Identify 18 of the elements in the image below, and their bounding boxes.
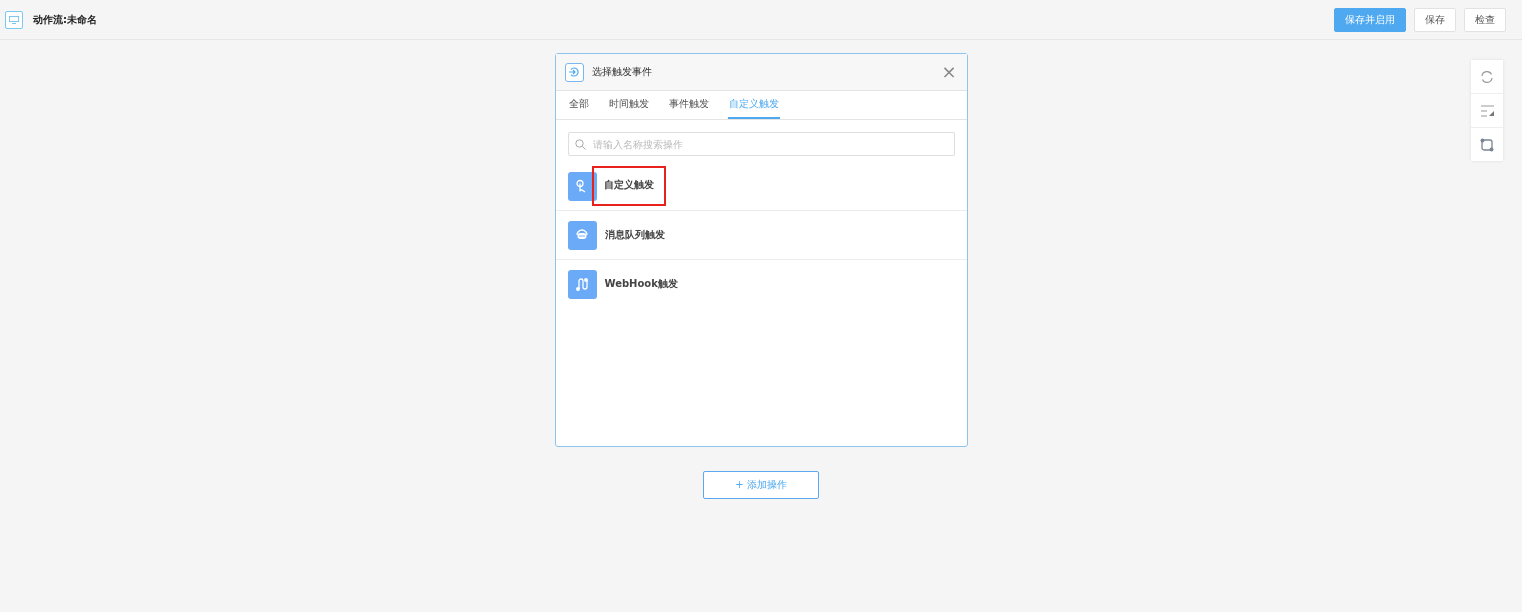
header-button[interactable]: 保存 — [1414, 7, 1456, 32]
path-icon — [567, 269, 597, 299]
trigger-item[interactable]: WebHook触发 — [604, 269, 678, 299]
enter-icon — [564, 62, 584, 82]
trigger-item[interactable]: 自定义触发 — [593, 168, 664, 204]
layout-icon[interactable] — [1479, 104, 1495, 117]
refresh-icon[interactable] — [1480, 69, 1494, 84]
monitor-icon — [5, 10, 23, 29]
fit-view-icon[interactable] — [1480, 137, 1494, 152]
tab[interactable]: 事件触发 — [667, 91, 710, 119]
dialog-title: 选择触发事件 — [591, 65, 653, 79]
header-button[interactable]: 检查 — [1464, 7, 1506, 32]
trigger-item[interactable]: 消息队列触发 — [604, 220, 665, 250]
tab[interactable]: 时间触发 — [607, 91, 650, 119]
pin-icon — [567, 171, 597, 201]
tab[interactable]: 全部 — [567, 91, 590, 119]
search-field[interactable]: 请输入名称搜索操作 — [567, 132, 955, 156]
page-title: 动作流:未命名 — [33, 12, 98, 27]
